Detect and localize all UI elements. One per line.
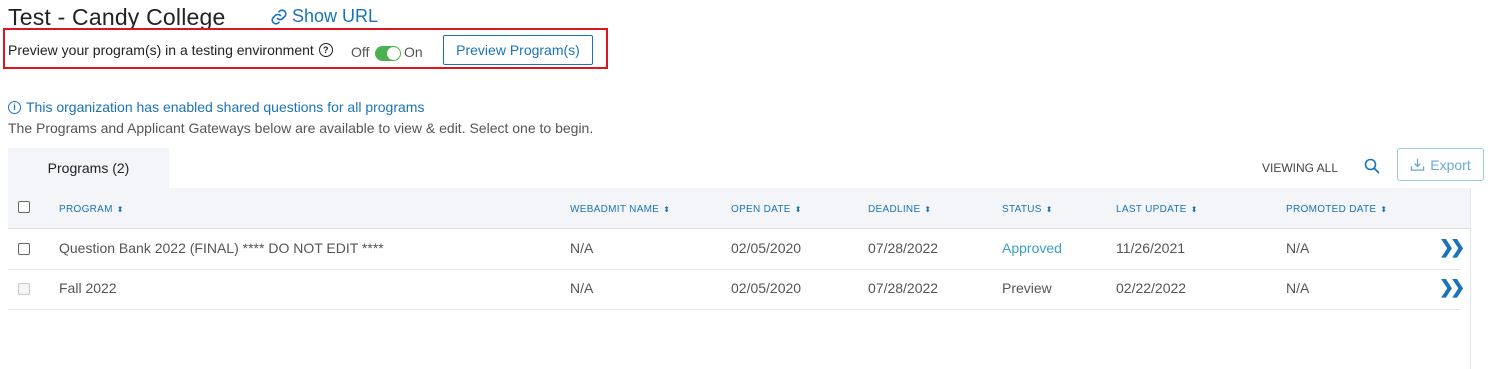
link-icon: [271, 8, 287, 25]
description-text: The Programs and Applicant Gateways belo…: [8, 120, 594, 136]
export-label[interactable]: Export: [1430, 157, 1470, 173]
show-url-link[interactable]: Show URL: [270, 6, 378, 27]
export-button[interactable]: Export: [1397, 148, 1484, 181]
shared-questions-text[interactable]: This organization has enabled shared que…: [26, 99, 424, 115]
info-icon: i: [8, 100, 21, 114]
column-promoted-date[interactable]: PROMOTED DATE ⬍: [1286, 204, 1387, 215]
column-open-date[interactable]: OPEN DATE ⬍: [731, 204, 802, 215]
column-deadline[interactable]: DEADLINE ⬍: [868, 204, 931, 215]
cell-deadline: 07/28/2022: [868, 240, 939, 256]
cell-status: Approved: [1002, 240, 1062, 256]
cell-last-update: 02/22/2022: [1116, 280, 1187, 296]
tab-programs[interactable]: Programs (2): [8, 148, 169, 188]
preview-label-text: Preview your program(s) in a testing env…: [8, 42, 314, 58]
toggle-off-label: Off: [351, 44, 370, 60]
preview-label: Preview your program(s) in a testing env…: [8, 42, 333, 58]
cell-program[interactable]: Question Bank 2022 (FINAL) **** DO NOT E…: [59, 240, 384, 256]
cell-webadmit-name: N/A: [570, 240, 594, 256]
cell-webadmit-name: N/A: [570, 280, 594, 296]
viewing-all-filter[interactable]: VIEWING ALL: [1262, 161, 1338, 175]
cell-promoted-date: N/A: [1286, 280, 1310, 296]
tab-strip: Programs (2): [8, 148, 1470, 188]
cell-deadline: 07/28/2022: [868, 280, 939, 296]
table-header: PROGRAM ⬍ WEBADMIT NAME ⬍ OPEN DATE ⬍ DEADL…: [8, 188, 1470, 229]
chevron-right-icon[interactable]: ❯❯: [1439, 237, 1465, 258]
page-title: Test - Candy College: [8, 3, 226, 30]
help-icon[interactable]: ?: [318, 43, 333, 57]
toggle-knob: [387, 47, 400, 60]
search-icon[interactable]: [1364, 158, 1380, 179]
row-checkbox[interactable]: [18, 283, 30, 295]
toggle-on-label: On: [404, 44, 423, 60]
sort-icon: ⬍: [1045, 205, 1053, 214]
programs-table: PROGRAM ⬍ WEBADMIT NAME ⬍ OPEN DATE ⬍ DEADL…: [8, 188, 1471, 369]
column-webadmit-name[interactable]: WEBADMIT NAME ⬍: [570, 204, 670, 215]
cell-promoted-date: N/A: [1286, 240, 1310, 256]
preview-toggle[interactable]: [375, 46, 401, 61]
chevron-right-icon[interactable]: ❯❯: [1439, 277, 1465, 298]
preview-programs-button[interactable]: Preview Program(s): [443, 35, 593, 65]
download-icon: [1411, 158, 1425, 171]
column-last-update[interactable]: LAST UPDATE ⬍: [1116, 204, 1198, 215]
sort-icon: ⬍: [794, 205, 802, 214]
table-row[interactable]: Question Bank 2022 (FINAL) **** DO NOT E…: [8, 229, 1465, 270]
row-checkbox[interactable]: [18, 243, 30, 255]
cell-program[interactable]: Fall 2022: [59, 280, 117, 296]
cell-open-date: 02/05/2020: [731, 240, 802, 256]
column-program[interactable]: PROGRAM ⬍: [59, 204, 124, 215]
show-url-label[interactable]: Show URL: [292, 6, 378, 27]
cell-open-date: 02/05/2020: [731, 280, 802, 296]
shared-questions-link[interactable]: i This organization has enabled shared q…: [8, 99, 424, 115]
sort-icon: ⬍: [924, 205, 932, 214]
column-status[interactable]: STATUS ⬍: [1002, 204, 1053, 215]
cell-last-update: 11/26/2021: [1116, 240, 1186, 256]
cell-status: Preview: [1002, 280, 1052, 296]
sort-icon: ⬍: [1380, 205, 1388, 214]
table-row[interactable]: Fall 2022 N/A 02/05/2020 07/28/2022 Prev…: [8, 269, 1465, 310]
sort-icon: ⬍: [116, 205, 124, 214]
sort-icon: ⬍: [1190, 205, 1198, 214]
select-all-checkbox[interactable]: [18, 201, 30, 213]
sort-icon: ⬍: [663, 205, 671, 214]
